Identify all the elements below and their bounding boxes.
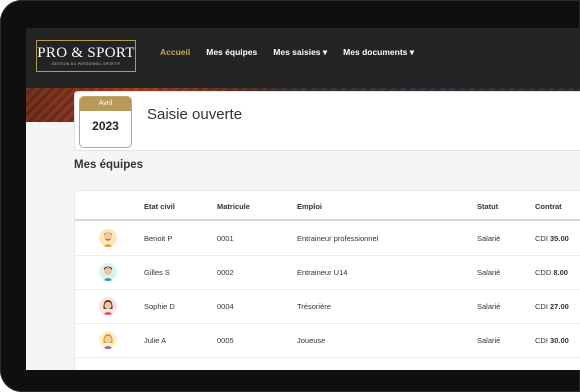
avatar-man-icon	[99, 263, 117, 281]
cell-matricule: 0001	[217, 234, 234, 243]
contrat-type: CDI	[535, 302, 548, 311]
app-screen: PRO & SPORT GESTION DU PERSONNEL SPORTIF…	[26, 28, 580, 370]
cell-emploi: Trésorière	[297, 302, 331, 311]
contrat-type: CDD	[535, 268, 552, 277]
cell-matricule: 0004	[217, 302, 234, 311]
column-header-statut[interactable]: Statut	[477, 202, 498, 211]
column-header-contrat[interactable]: Contrat	[535, 202, 562, 211]
cell-etat-civil: Sophie D	[144, 302, 175, 311]
cell-matricule: 0002	[217, 268, 234, 277]
contrat-type: CDI	[535, 234, 548, 243]
cell-emploi: Entraineur U14	[297, 268, 348, 277]
nav-link-mes-saisies[interactable]: Mes saisies ▾	[273, 47, 327, 58]
contrat-type: CDI	[535, 336, 548, 345]
cell-etat-civil: Julie A	[144, 336, 167, 345]
cell-etat-civil: Gilles S	[144, 268, 170, 277]
logo-text: PRO & SPORT	[37, 45, 135, 61]
cell-statut: Salarié	[477, 268, 501, 277]
avatar-woman-icon	[99, 297, 117, 315]
column-header-emploi[interactable]: Emploi	[297, 202, 322, 211]
period-calendar-badge: Avril 2023	[79, 96, 132, 148]
cell-contrat: CDD 8.00	[535, 268, 568, 277]
cell-contrat: CDI 30.00	[535, 336, 569, 345]
cell-contrat: CDI 27.00	[535, 302, 569, 311]
column-header-etat-civil[interactable]: Etat civil	[144, 202, 175, 211]
column-header-matricule[interactable]: Matricule	[217, 202, 250, 211]
nav-link-mes-documents[interactable]: Mes documents ▾	[343, 47, 414, 58]
cell-etat-civil: Benoit P	[144, 234, 173, 243]
period-month: Avril	[80, 97, 131, 111]
logo-tagline: GESTION DU PERSONNEL SPORTIF	[51, 62, 121, 66]
table-row[interactable]: Sophie D 0004 Trésorière Salarié CDI 27.…	[75, 289, 580, 324]
contrat-value: 35.00	[550, 234, 569, 243]
nav-link-mes-equipes[interactable]: Mes équipes	[206, 47, 257, 58]
cell-statut: Salarié	[477, 234, 501, 243]
contrat-value: 30.00	[550, 336, 569, 345]
top-navbar: PRO & SPORT GESTION DU PERSONNEL SPORTIF…	[26, 28, 580, 88]
table-row[interactable]: Julie A 0005 Joueuse Salarié CDI 30.00	[75, 323, 580, 358]
cell-emploi: Entraineur professionnel	[297, 234, 379, 243]
avatar-man-beard-icon	[99, 229, 117, 247]
team-table: Etat civil Matricule Emploi Statut Contr…	[74, 190, 580, 370]
table-row[interactable]: Benoit P 0001 Entraineur professionnel S…	[75, 221, 580, 256]
contrat-value: 27.00	[550, 302, 569, 311]
period-header-card: Avril 2023 Saisie ouverte	[74, 91, 580, 151]
brand-logo[interactable]: PRO & SPORT GESTION DU PERSONNEL SPORTIF	[36, 40, 136, 72]
nav-link-accueil[interactable]: Accueil	[160, 47, 190, 58]
period-year: 2023	[92, 119, 119, 133]
section-title: Mes équipes	[74, 159, 144, 171]
cell-emploi: Joueuse	[297, 336, 326, 345]
cell-statut: Salarié	[477, 336, 501, 345]
contrat-value: 8.00	[553, 268, 568, 277]
saisie-status-title: Saisie ouverte	[147, 106, 243, 123]
cell-statut: Salarié	[477, 302, 501, 311]
nav-links: Accueil Mes équipes Mes saisies ▾ Mes do…	[160, 47, 414, 58]
table-row[interactable]: Gilles S 0002 Entraineur U14 Salarié CDD…	[75, 255, 580, 290]
table-header: Etat civil Matricule Emploi Statut Contr…	[75, 191, 580, 221]
cell-matricule: 0005	[217, 336, 234, 345]
cell-contrat: CDI 35.00	[535, 234, 569, 243]
avatar-woman-blonde-icon	[99, 331, 117, 349]
